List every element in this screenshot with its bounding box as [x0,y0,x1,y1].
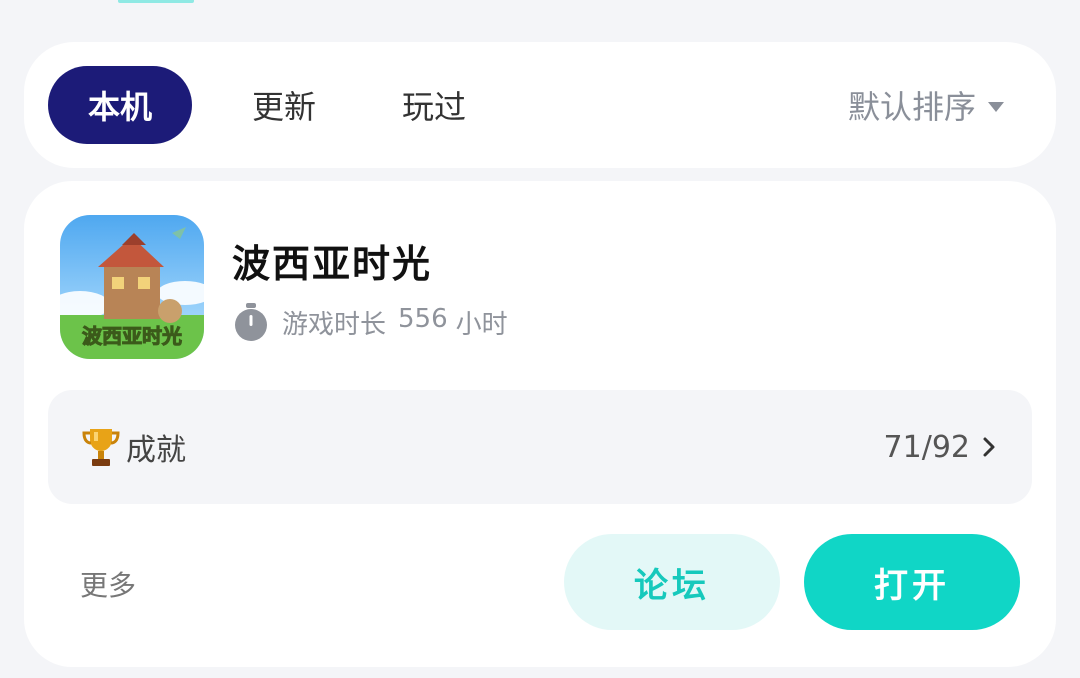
game-card: 波西亚时光 波西亚时光 游戏时长 556 小时 成就 71/92 更多 论坛 打… [24,181,1056,667]
sort-dropdown[interactable]: 默认排序 [848,66,1004,144]
filter-tab-bar: 本机 更新 玩过 默认排序 [24,42,1056,168]
tab-played[interactable]: 玩过 [354,66,514,144]
stopwatch-icon [235,303,267,341]
more-button[interactable]: 更多 [80,564,136,604]
caret-down-icon [988,102,1004,112]
playtime-label: 游戏时长 [282,309,387,340]
game-cover-icon[interactable]: 波西亚时光 [60,215,204,359]
playtime-value: 556 [398,303,448,334]
game-title: 波西亚时光 [232,242,433,286]
open-button[interactable]: 打开 [804,534,1020,630]
top-accent-bar [118,0,194,3]
tab-updates[interactable]: 更新 [214,66,354,144]
achievements-row[interactable]: 成就 71/92 [48,390,1032,504]
svg-text:波西亚时光: 波西亚时光 [82,324,182,348]
chevron-right-icon [983,437,995,457]
forum-button[interactable]: 论坛 [564,534,780,630]
achievements-progress: 71/92 [883,429,970,465]
sort-label: 默认排序 [847,88,976,126]
achievements-label: 成就 [126,433,186,468]
playtime-unit: 小时 [455,309,508,340]
playtime-row: 游戏时长 556 小时 [232,301,508,343]
trophy-icon [82,429,120,466]
tab-local[interactable]: 本机 [48,66,192,144]
